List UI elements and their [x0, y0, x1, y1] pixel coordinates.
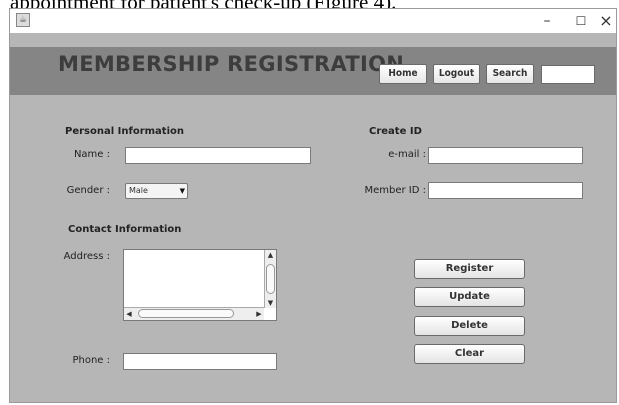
- search-button[interactable]: Search: [486, 64, 534, 84]
- member-id-label: Member ID :: [364, 185, 426, 196]
- home-button[interactable]: Home: [379, 64, 427, 84]
- close-button[interactable]: ×: [593, 11, 619, 31]
- gender-select[interactable]: Male ▼: [125, 183, 188, 199]
- triangle-down-icon: ▼: [179, 187, 185, 195]
- gender-selected-value: Male: [129, 186, 148, 195]
- phone-label: Phone :: [72, 355, 110, 366]
- java-cup-icon: ☕: [16, 13, 30, 27]
- logout-button[interactable]: Logout: [433, 64, 480, 84]
- triangle-up-icon[interactable]: ▲: [265, 250, 276, 260]
- triangle-left-icon[interactable]: ◀: [124, 308, 134, 320]
- personal-info-heading: Personal Information: [65, 126, 184, 137]
- email-field[interactable]: [428, 147, 583, 164]
- page-title: MEMBERSHIP REGISTRATION: [58, 52, 405, 76]
- app-window: ☕ – ☐ × MEMBERSHIP REGISTRATION Home Log…: [9, 8, 617, 403]
- triangle-right-icon[interactable]: ▶: [254, 308, 264, 320]
- name-label: Name :: [73, 149, 110, 160]
- delete-button[interactable]: Delete: [414, 316, 525, 336]
- create-id-heading: Create ID: [369, 126, 422, 137]
- header-band: MEMBERSHIP REGISTRATION Home Logout Sear…: [10, 47, 616, 95]
- maximize-button[interactable]: ☐: [568, 11, 594, 31]
- search-input[interactable]: [541, 65, 595, 84]
- address-label: Address :: [63, 251, 110, 262]
- email-label: e-mail :: [388, 149, 426, 160]
- gender-label: Gender :: [66, 185, 110, 196]
- minimize-button[interactable]: –: [534, 11, 560, 31]
- contact-info-heading: Contact Information: [68, 224, 182, 235]
- member-id-field[interactable]: [428, 182, 583, 199]
- horizontal-scroll-thumb[interactable]: [138, 309, 234, 318]
- title-bar: ☕ – ☐ ×: [10, 9, 616, 33]
- vertical-scroll-thumb[interactable]: [266, 264, 275, 294]
- address-textarea[interactable]: ▲ ▼ ◀ ▶: [123, 249, 277, 321]
- form-panel: MEMBERSHIP REGISTRATION Home Logout Sear…: [10, 33, 616, 402]
- clear-button[interactable]: Clear: [414, 344, 525, 364]
- update-button[interactable]: Update: [414, 287, 525, 307]
- horizontal-scrollbar[interactable]: ◀ ▶: [124, 307, 264, 320]
- vertical-scrollbar[interactable]: ▲ ▼: [264, 250, 276, 308]
- triangle-down-icon[interactable]: ▼: [265, 298, 276, 308]
- register-button[interactable]: Register: [414, 259, 525, 279]
- name-field[interactable]: [125, 147, 311, 164]
- phone-field[interactable]: [123, 353, 277, 370]
